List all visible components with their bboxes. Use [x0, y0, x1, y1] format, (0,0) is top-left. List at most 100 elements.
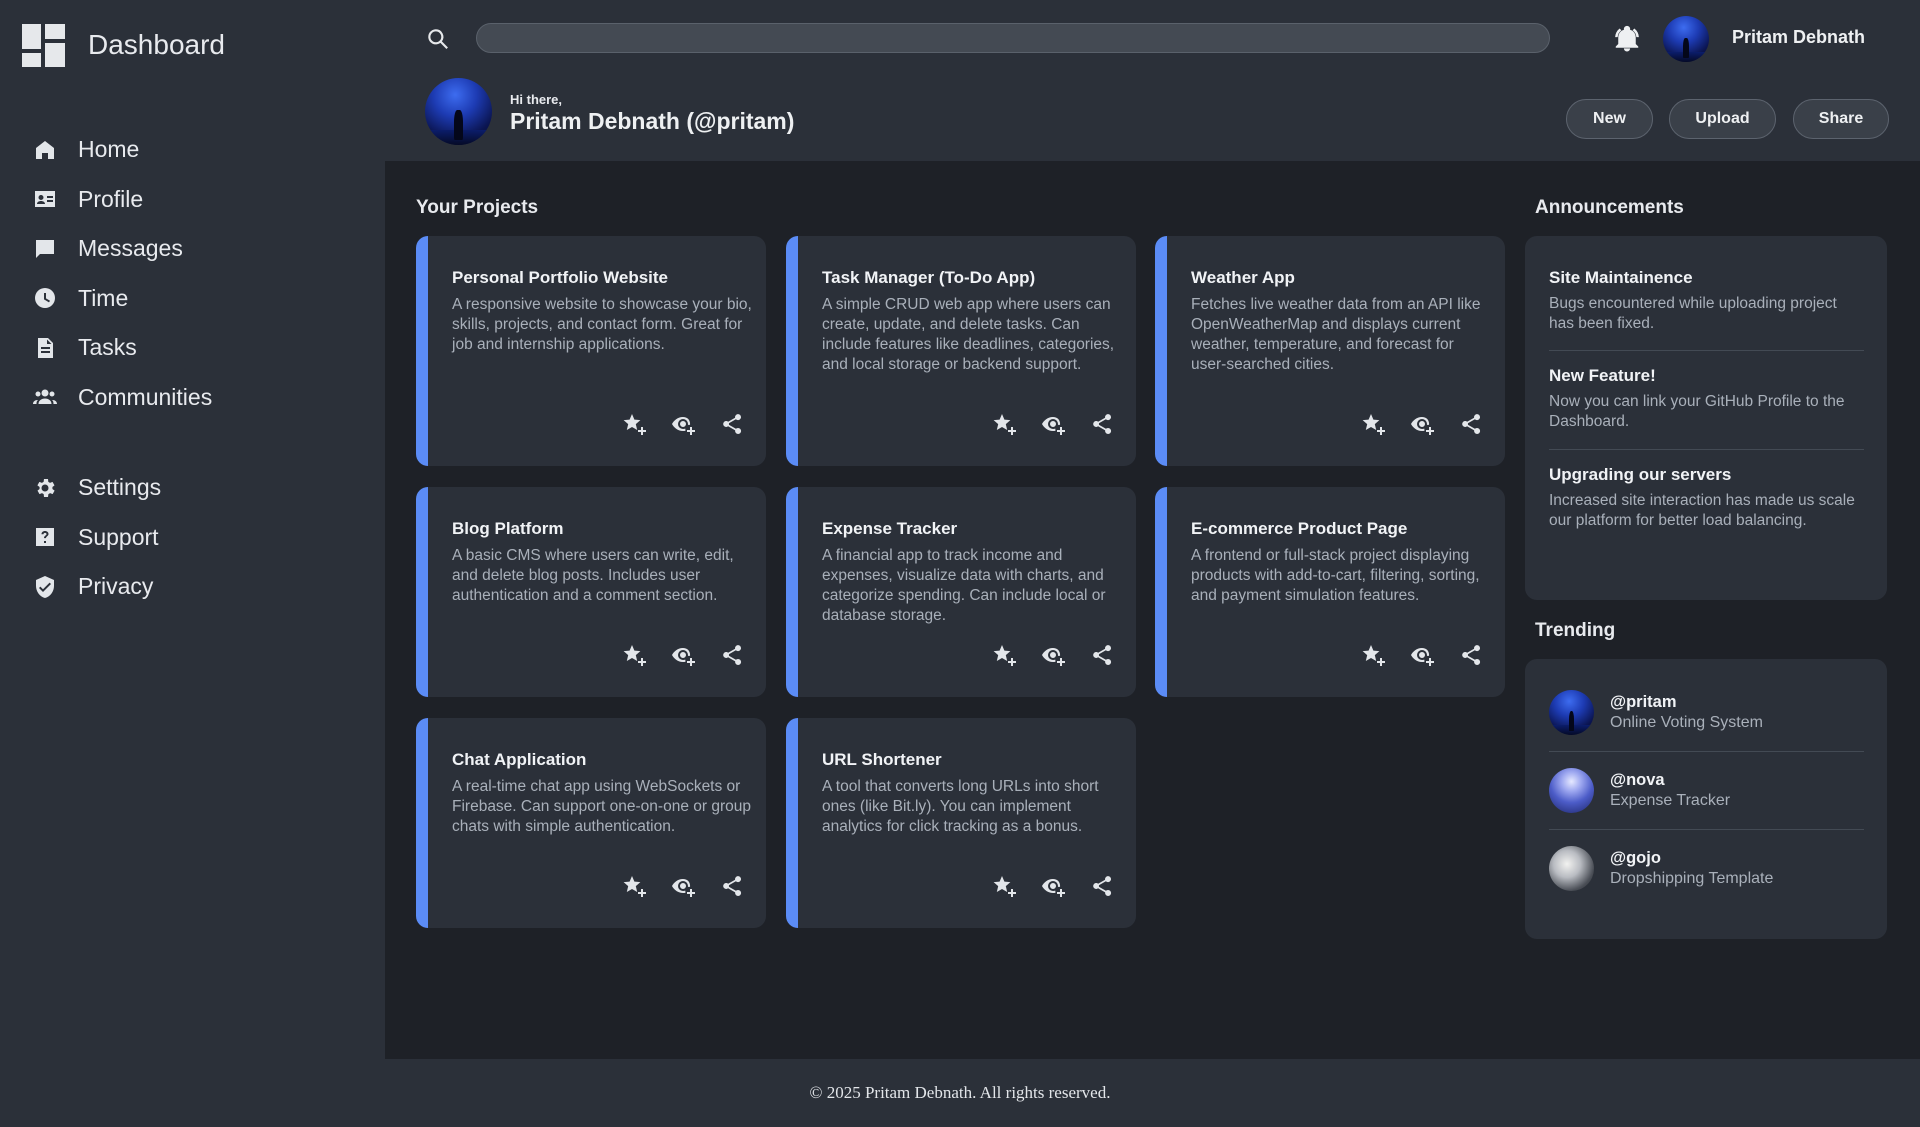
share-icon[interactable] — [720, 643, 744, 667]
trending-project: Expense Tracker — [1610, 791, 1731, 809]
sidebar-item-label: Messages — [78, 235, 183, 262]
sidebar-item-label: Tasks — [78, 334, 137, 361]
announcement-item[interactable]: Upgrading our servers Increased site int… — [1549, 465, 1864, 531]
share-icon[interactable] — [720, 874, 744, 898]
project-card[interactable]: Expense Tracker A financial app to track … — [786, 487, 1136, 697]
trending-item[interactable]: @pritam Online Voting System — [1549, 673, 1864, 751]
project-description: A real-time chat app using WebSockets or… — [452, 778, 751, 835]
project-card[interactable]: E-commerce Product Page A frontend or ful… — [1155, 487, 1505, 697]
project-card[interactable]: Blog Platform A basic CMS where users can… — [416, 487, 766, 697]
gear-icon — [32, 475, 58, 501]
notification-bell-icon[interactable] — [1612, 24, 1642, 54]
announcement-body: Now you can link your GitHub Profile to … — [1549, 393, 1845, 430]
shield-check-icon — [32, 574, 58, 600]
trending-item[interactable]: @nova Expense Tracker — [1549, 751, 1864, 829]
share-icon[interactable] — [1459, 643, 1483, 667]
project-actions — [622, 874, 744, 898]
sidebar-item-label: Privacy — [78, 573, 154, 600]
announcement-item[interactable]: Site Maintainence Bugs encountered while… — [1549, 268, 1864, 334]
project-actions — [992, 643, 1114, 667]
watch-eye-icon[interactable] — [1041, 643, 1065, 667]
sidebar-item-communities[interactable]: Communities — [0, 373, 385, 423]
star-plus-icon[interactable] — [1361, 643, 1385, 667]
profile-avatar[interactable] — [425, 78, 492, 145]
sidebar-item-privacy[interactable]: Privacy — [0, 562, 385, 612]
upload-button[interactable]: Upload — [1669, 99, 1776, 139]
star-plus-icon[interactable] — [622, 412, 646, 436]
project-card[interactable]: Chat Application A real-time chat app usi… — [416, 718, 766, 928]
announcements-heading: Announcements — [1535, 197, 1684, 218]
group-icon — [32, 384, 58, 410]
project-title: E-commerce Product Page — [1191, 519, 1408, 538]
project-actions — [1361, 643, 1483, 667]
sidebar-item-settings[interactable]: Settings — [0, 463, 385, 513]
project-card[interactable]: Weather App Fetches live weather data fro… — [1155, 236, 1505, 466]
share-icon[interactable] — [1459, 412, 1483, 436]
star-plus-icon[interactable] — [622, 643, 646, 667]
star-plus-icon[interactable] — [1361, 412, 1385, 436]
sidebar-item-label: Communities — [78, 383, 213, 410]
project-actions — [992, 874, 1114, 898]
project-card[interactable]: Personal Portfolio Website A responsive w… — [416, 236, 766, 466]
project-title: Weather App — [1191, 268, 1295, 287]
avatar — [1549, 767, 1594, 813]
announcement-item[interactable]: New Feature! Now you can link your GitHu… — [1549, 366, 1864, 432]
avatar — [1549, 689, 1594, 735]
star-plus-icon[interactable] — [992, 412, 1016, 436]
document-icon — [32, 335, 58, 361]
watch-eye-icon[interactable] — [671, 643, 695, 667]
share-icon[interactable] — [1090, 412, 1114, 436]
dashboard-logo-icon — [22, 23, 65, 67]
share-button[interactable]: Share — [1793, 99, 1889, 139]
brand[interactable]: Dashboard — [22, 22, 225, 68]
home-icon — [32, 137, 58, 163]
watch-eye-icon[interactable] — [1410, 412, 1434, 436]
help-icon — [32, 524, 58, 550]
watch-eye-icon[interactable] — [671, 412, 695, 436]
sidebar-item-tasks[interactable]: Tasks — [0, 323, 385, 373]
sidebar-item-time[interactable]: Time — [0, 274, 385, 324]
share-icon[interactable] — [720, 412, 744, 436]
share-icon[interactable] — [1090, 874, 1114, 898]
project-title: Chat Application — [452, 750, 587, 769]
project-description: A frontend or full-stack project display… — [1191, 547, 1480, 604]
greeting-text: Hi there, — [510, 92, 563, 107]
trending-handle: @nova — [1610, 770, 1665, 789]
project-title: Personal Portfolio Website — [452, 268, 669, 287]
star-plus-icon[interactable] — [622, 874, 646, 898]
project-description: A simple CRUD web app where users can cr… — [822, 296, 1115, 373]
project-description: Fetches live weather data from an API li… — [1191, 296, 1481, 373]
avatar[interactable] — [1663, 16, 1709, 62]
sidebar-item-profile[interactable]: Profile — [0, 175, 385, 225]
star-plus-icon[interactable] — [992, 643, 1016, 667]
watch-eye-icon[interactable] — [1410, 643, 1434, 667]
star-plus-icon[interactable] — [992, 874, 1016, 898]
watch-eye-icon[interactable] — [1041, 412, 1065, 436]
sidebar-item-support[interactable]: Support — [0, 513, 385, 563]
project-description: A tool that converts long URLs into shor… — [822, 778, 1099, 835]
header-user-name[interactable]: Pritam Debnath — [1732, 27, 1865, 48]
sidebar-item-label: Time — [78, 284, 129, 311]
sidebar-item-label: Support — [78, 523, 159, 550]
project-card[interactable]: URL Shortener A tool that converts long U… — [786, 718, 1136, 928]
projects-heading: Your Projects — [416, 197, 539, 218]
new-button[interactable]: New — [1566, 99, 1653, 139]
project-description: A basic CMS where users can write, edit,… — [452, 547, 734, 604]
search-icon[interactable] — [425, 26, 451, 52]
project-title: URL Shortener — [822, 750, 942, 769]
footer: © 2025 Pritam Debnath. All rights reserv… — [0, 1059, 1920, 1127]
trending-heading: Trending — [1535, 620, 1616, 641]
watch-eye-icon[interactable] — [1041, 874, 1065, 898]
divider — [1549, 350, 1864, 351]
announcement-title: New Feature! — [1549, 366, 1656, 385]
sidebar-item-home[interactable]: Home — [0, 125, 385, 175]
announcement-body: Increased site interaction has made us s… — [1549, 492, 1855, 529]
sidebar-item-messages[interactable]: Messages — [0, 224, 385, 274]
watch-eye-icon[interactable] — [671, 874, 695, 898]
trending-item[interactable]: @gojo Dropshipping Template — [1549, 829, 1864, 907]
share-icon[interactable] — [1090, 643, 1114, 667]
project-title: Blog Platform — [452, 519, 564, 538]
search-input[interactable] — [476, 23, 1550, 53]
project-card[interactable]: Task Manager (To-Do App) A simple CRUD we… — [786, 236, 1136, 466]
project-actions — [622, 412, 744, 436]
